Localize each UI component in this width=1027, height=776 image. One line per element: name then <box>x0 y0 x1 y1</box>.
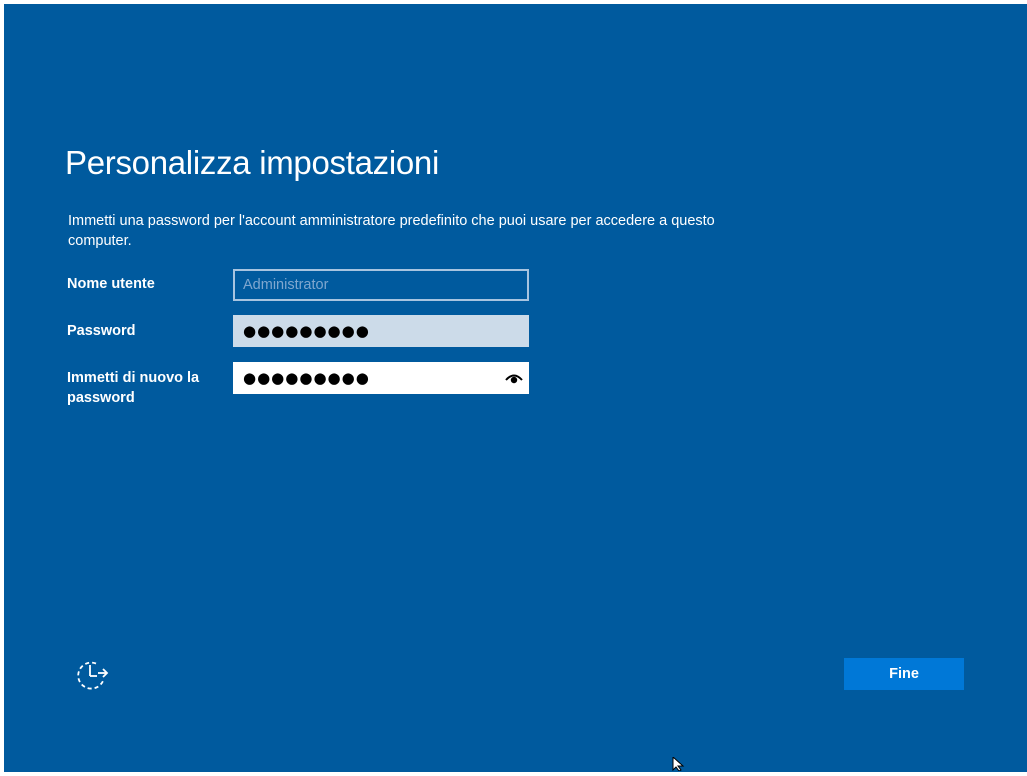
confirm-password-field[interactable]: ●●●●●●●●● <box>233 362 529 394</box>
oobe-screen: Personalizza impostazioni Immetti una pa… <box>4 4 1027 772</box>
eye-icon[interactable] <box>505 370 523 386</box>
password-field[interactable]: ●●●●●●●●● <box>233 315 529 347</box>
mouse-cursor-icon <box>672 755 686 772</box>
finish-button[interactable]: Fine <box>844 658 964 690</box>
password-label: Password <box>67 323 136 339</box>
username-label: Nome utente <box>67 276 155 292</box>
username-input[interactable] <box>235 271 527 299</box>
password-masked-value: ●●●●●●●●● <box>243 322 370 340</box>
username-field[interactable] <box>233 269 529 301</box>
page-description: Immetti una password per l'account ammin… <box>68 213 715 249</box>
confirm-password-masked-value: ●●●●●●●●● <box>243 369 370 387</box>
ease-of-access-icon[interactable] <box>74 659 110 695</box>
page-title: Personalizza impostazioni <box>65 144 440 181</box>
confirm-password-label: Immetti di nuovo la password <box>67 370 200 406</box>
